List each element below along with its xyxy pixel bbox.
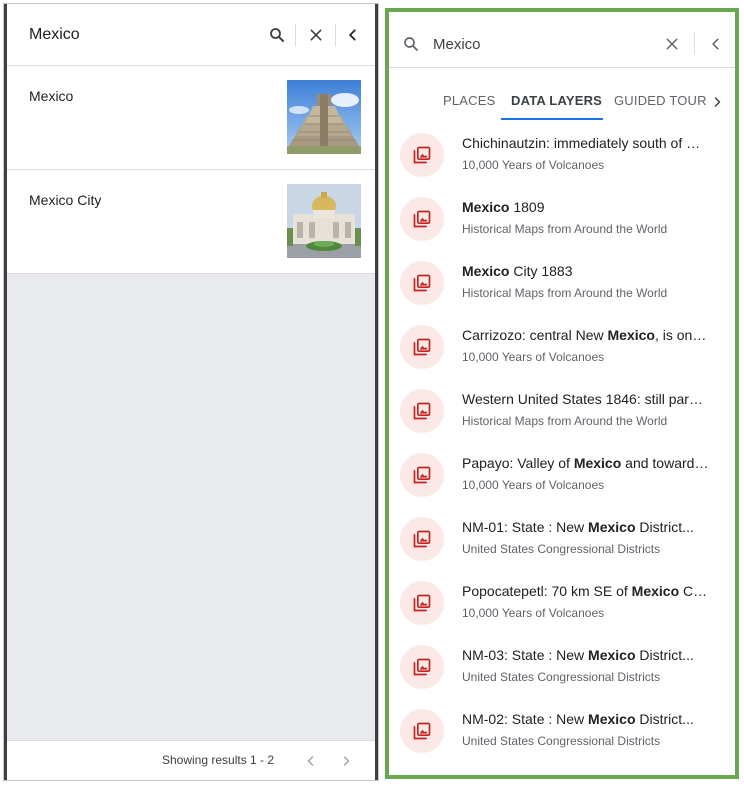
layer-title-match: Mexico — [588, 647, 636, 663]
layer-title: NM-01: State : New Mexico District... — [462, 519, 717, 535]
divider — [694, 32, 695, 54]
layer-subtitle: United States Congressional Districts — [462, 734, 661, 748]
data-layers-panel: Mexico PLACES DATA LAYERS GUIDED TOUR Ch… — [385, 8, 739, 779]
layer-title-text: and toward… — [621, 455, 709, 471]
layer-title-match: Mexico — [588, 519, 636, 535]
left-search-panel: Mexico Mexico Mexico City Showing result… — [3, 3, 379, 781]
photo-library-icon — [400, 517, 444, 561]
layer-subtitle: 10,000 Years of Volcanoes — [462, 350, 605, 364]
search-icon[interactable] — [397, 30, 425, 58]
results-count: Showing results 1 - 2 — [162, 753, 275, 767]
photo-library-icon — [400, 325, 444, 369]
result-name: Mexico — [29, 88, 74, 104]
right-search-bar: Mexico — [389, 12, 735, 68]
layer-title-match: Mexico — [462, 263, 510, 279]
layer-title-text: District... — [635, 647, 694, 663]
close-icon[interactable] — [658, 30, 686, 58]
layer-title-text: District... — [635, 711, 694, 727]
photo-library-icon — [400, 709, 444, 753]
palace-thumbnail — [287, 184, 361, 258]
layer-title: Chichinautzin: immediately south of … — [462, 135, 717, 151]
layer-subtitle: Historical Maps from Around the World — [462, 414, 668, 428]
chevron-left-icon[interactable] — [339, 21, 367, 49]
data-layer-item[interactable]: Carrizozo: central New Mexico, is on… 10… — [389, 316, 735, 380]
panel-edge-right — [375, 4, 378, 780]
layer-subtitle: United States Congressional Districts — [462, 542, 661, 556]
search-icon[interactable] — [263, 21, 291, 49]
layer-title-match: Mexico — [462, 199, 510, 215]
layer-title-text: NM-02: State : New — [462, 711, 589, 727]
photo-library-icon — [400, 645, 444, 689]
data-layer-item[interactable]: NM-03: State : New Mexico District... Un… — [389, 636, 735, 700]
layer-title: Mexico 1809 — [462, 199, 717, 215]
layer-title: Carrizozo: central New Mexico, is on… — [462, 327, 717, 343]
layer-subtitle: 10,000 Years of Volcanoes — [462, 478, 605, 492]
close-icon[interactable] — [302, 21, 330, 49]
layer-title-text: District... — [635, 519, 694, 535]
layer-subtitle: Historical Maps from Around the World — [462, 286, 668, 300]
photo-library-icon — [400, 133, 444, 177]
results-pager: Showing results 1 - 2 — [7, 740, 375, 780]
photo-library-icon — [400, 453, 444, 497]
pyramid-thumbnail — [287, 80, 361, 154]
layer-title: Western United States 1846: still par… — [462, 391, 717, 407]
tab-places[interactable]: PLACES — [443, 93, 496, 108]
layer-title-match: Mexico — [573, 455, 622, 471]
layer-subtitle: 10,000 Years of Volcanoes — [462, 158, 605, 172]
layer-title-text: NM-03: State : New — [462, 647, 589, 663]
chevron-right-icon[interactable] — [332, 747, 360, 775]
layer-title-text: Carrizozo: central New — [462, 327, 608, 343]
search-result-item[interactable]: Mexico — [7, 66, 375, 170]
data-layer-item[interactable]: Papayo: Valley of Mexico and toward… 10,… — [389, 444, 735, 508]
layer-title-match: Mexico — [607, 327, 655, 343]
data-layer-item[interactable]: Popocatepetl: 70 km SE of Mexico C… 10,0… — [389, 572, 735, 636]
layer-title-text: Chichinautzin: immediately south of … — [462, 135, 701, 151]
active-tab-indicator — [501, 118, 603, 120]
search-result-item[interactable]: Mexico City — [7, 170, 375, 274]
layer-title-text: City 1883 — [509, 263, 573, 279]
result-name: Mexico City — [29, 192, 102, 208]
data-layer-item[interactable]: NM-02: State : New Mexico District... Un… — [389, 700, 735, 764]
layer-title-text: Papayo: Valley of — [462, 455, 574, 471]
layer-title: Popocatepetl: 70 km SE of Mexico C… — [462, 583, 717, 599]
layer-title-text: C… — [679, 583, 708, 599]
layer-title-text: 1809 — [509, 199, 545, 215]
layer-title-text: Western United States 1846: still par… — [462, 391, 703, 407]
layer-title-match: Mexico — [588, 711, 636, 727]
photo-library-icon — [400, 389, 444, 433]
tab-bar: PLACES DATA LAYERS GUIDED TOUR — [389, 68, 735, 120]
search-query-text[interactable]: Mexico — [433, 36, 481, 53]
layer-subtitle: Historical Maps from Around the World — [462, 222, 668, 236]
divider — [335, 24, 336, 46]
tab-data-layers[interactable]: DATA LAYERS — [511, 93, 602, 108]
layer-title: NM-02: State : New Mexico District... — [462, 711, 717, 727]
chevron-left-icon[interactable] — [297, 747, 325, 775]
layer-subtitle: 10,000 Years of Volcanoes — [462, 606, 605, 620]
photo-library-icon — [400, 261, 444, 305]
search-query-text[interactable]: Mexico — [29, 26, 80, 44]
data-layer-item[interactable]: Western United States 1846: still par… H… — [389, 380, 735, 444]
data-layer-item[interactable]: Mexico City 1883 Historical Maps from Ar… — [389, 252, 735, 316]
tab-guided-tour[interactable]: GUIDED TOUR — [614, 93, 707, 108]
data-layer-item[interactable]: Chichinautzin: immediately south of … 10… — [389, 124, 735, 188]
layer-title: Mexico City 1883 — [462, 263, 717, 279]
photo-library-icon — [400, 581, 444, 625]
layer-subtitle: United States Congressional Districts — [462, 670, 661, 684]
left-search-bar: Mexico — [7, 4, 375, 66]
chevron-left-icon[interactable] — [702, 30, 730, 58]
layer-title: Papayo: Valley of Mexico and toward… — [462, 455, 717, 471]
layer-title-text: NM-01: State : New — [462, 519, 589, 535]
layer-title: NM-03: State : New Mexico District... — [462, 647, 717, 663]
photo-library-icon — [400, 197, 444, 241]
chevron-right-icon[interactable] — [703, 88, 731, 116]
layer-title-text: , is on… — [654, 327, 707, 343]
layer-title-match: Mexico — [631, 583, 680, 599]
data-layer-item[interactable]: Mexico 1809 Historical Maps from Around … — [389, 188, 735, 252]
divider — [295, 24, 296, 46]
layer-title-text: Popocatepetl: 70 km SE of — [462, 583, 632, 599]
data-layer-item[interactable]: NM-01: State : New Mexico District... Un… — [389, 508, 735, 572]
